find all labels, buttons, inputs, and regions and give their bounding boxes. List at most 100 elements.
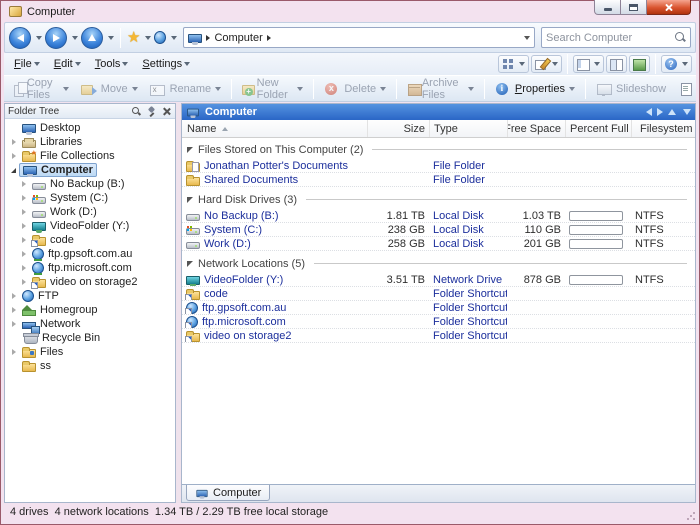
viewer-pane-button[interactable] (629, 55, 650, 73)
tree-item-code[interactable]: code (5, 233, 175, 247)
tree-item-hit[interactable]: Recycle Bin (19, 331, 103, 345)
tree-close-icon[interactable] (161, 106, 172, 117)
menu-item-settings[interactable]: Settings (136, 56, 196, 72)
column-header-filesystem[interactable]: Filesystem (631, 120, 695, 137)
back-button[interactable] (9, 26, 31, 49)
file-row-videofolder-y[interactable]: VideoFolder (Y:) 3.51 TB Network Drive 878 … (182, 273, 695, 287)
rename-button[interactable]: Rename (145, 80, 227, 98)
tree-item-libraries[interactable]: Libraries (5, 135, 175, 149)
tab-computer[interactable]: Computer (186, 485, 271, 501)
back-dropdown-icon[interactable] (36, 35, 42, 40)
expander-icon[interactable] (8, 168, 19, 173)
chevron-down-icon[interactable] (594, 62, 600, 66)
forward-button[interactable] (45, 26, 67, 49)
tree-item-ftp[interactable]: FTP (5, 289, 175, 303)
tree-item-hit[interactable]: Libraries (19, 135, 85, 149)
dual-display-button[interactable] (606, 55, 627, 73)
tree-item-hit[interactable]: No Backup (B:) (29, 177, 128, 191)
chevron-down-icon[interactable] (519, 62, 525, 66)
expander-icon[interactable] (18, 279, 29, 285)
expander-icon[interactable] (18, 209, 29, 215)
file-row-ftp-microsoft-com[interactable]: ftp.microsoft.com Folder Shortcut (182, 315, 695, 329)
new-folder-button[interactable]: New Folder (237, 75, 308, 103)
column-header-type[interactable]: Type (429, 120, 507, 137)
chevron-down-icon[interactable] (568, 86, 575, 91)
chevron-down-icon[interactable] (297, 86, 304, 91)
file-row-video-on-storage2[interactable]: video on storage2 Folder Shortcut (182, 329, 695, 343)
column-header-name[interactable]: Name (182, 120, 367, 137)
menu-item-tools[interactable]: Tools (89, 56, 135, 72)
chevron-down-icon[interactable] (131, 86, 138, 91)
move-button[interactable]: Move (76, 80, 143, 98)
tree-item-file-collections[interactable]: File Collections (5, 149, 175, 163)
tree-item-homegroup[interactable]: Homegroup (5, 303, 175, 317)
tree-item-videofolder-y[interactable]: VideoFolder (Y:) (5, 219, 175, 233)
tree-item-network[interactable]: Network (5, 317, 175, 334)
tree-search-icon[interactable] (131, 106, 142, 117)
panel-back-icon[interactable] (646, 108, 652, 116)
tree-item-hit[interactable]: System (C:) (29, 191, 111, 205)
forward-dropdown-icon[interactable] (72, 35, 78, 40)
copy-files-button[interactable]: Copy Files (8, 75, 74, 103)
tree-item-hit[interactable]: Files (19, 345, 66, 359)
tree-item-ftp-microsoft-com[interactable]: ftp.microsoft.com (5, 261, 175, 275)
slideshow-button[interactable]: Slideshow (591, 80, 671, 98)
favorites-button[interactable]: ★ (127, 30, 140, 45)
tree-item-hit[interactable]: Homegroup (19, 303, 100, 317)
menu-item-file[interactable]: File (8, 56, 46, 72)
search-input[interactable] (546, 31, 675, 44)
panel-menu-icon[interactable] (683, 109, 691, 115)
tree-item-hit[interactable]: ftp.microsoft.com (29, 261, 135, 275)
customize-toolbar-button[interactable] (673, 80, 699, 98)
tree-item-work-d[interactable]: Work (D:) (5, 205, 175, 219)
tree-item-system-c[interactable]: System (C:) (5, 191, 175, 205)
favorites-dropdown-icon[interactable] (145, 35, 152, 40)
file-row-ftp-gpsoft-com-au[interactable]: ftp.gpsoft.com.au Folder Shortcut (182, 301, 695, 315)
chevron-down-icon[interactable] (62, 86, 69, 91)
file-row-work-d[interactable]: Work (D:) 258 GB Local Disk 201 GB NTFS (182, 237, 695, 251)
expander-icon[interactable] (18, 223, 29, 229)
expander-icon[interactable] (8, 293, 19, 299)
group-header-hard-disk-drives-3[interactable]: Hard Disk Drives (3) (182, 192, 695, 207)
search-box[interactable] (541, 27, 691, 48)
folder-tree-toggle-button[interactable] (573, 55, 604, 73)
resize-grip[interactable] (686, 511, 695, 520)
file-row-shared-documents[interactable]: Shared Documents File Folder (182, 173, 695, 187)
view-mode-button[interactable] (498, 55, 529, 73)
tree-item-hit[interactable]: ftp.gpsoft.com.au (29, 247, 135, 261)
metadata-edit-button[interactable] (531, 55, 562, 73)
column-header-percent-full[interactable]: Percent Full (565, 120, 631, 137)
group-header-files-stored-on-this-computer-2[interactable]: Files Stored on This Computer (2) (182, 142, 695, 157)
expander-icon[interactable] (18, 265, 29, 271)
up-button[interactable] (81, 26, 103, 49)
expander-icon[interactable] (18, 237, 29, 243)
tree-pin-icon[interactable] (146, 106, 157, 117)
panel-up-icon[interactable] (668, 109, 676, 115)
expander-icon[interactable] (8, 307, 19, 313)
breadcrumb[interactable]: Computer (183, 27, 535, 48)
tree-item-hit[interactable]: Network (19, 317, 83, 334)
chevron-down-icon[interactable] (467, 86, 474, 91)
tree-item-hit[interactable]: Desktop (19, 121, 83, 135)
menu-item-edit[interactable]: Edit (48, 56, 87, 72)
places-button[interactable] (154, 31, 167, 44)
tree-item-ss[interactable]: ss (5, 359, 175, 373)
tree-item-hit[interactable]: File Collections (19, 149, 118, 163)
group-header-network-locations-5[interactable]: Network Locations (5) (182, 256, 695, 271)
tree-item-video-on-storage2[interactable]: video on storage2 (5, 275, 175, 289)
tree-item-hit[interactable]: Computer (19, 163, 97, 177)
expander-icon[interactable] (8, 349, 19, 355)
breadcrumb-item-computer[interactable]: Computer (214, 32, 262, 44)
tree-item-hit[interactable]: ss (19, 359, 54, 373)
tree-item-hit[interactable]: FTP (19, 289, 62, 303)
close-button[interactable] (647, 0, 691, 15)
properties-button[interactable]: Properties (490, 80, 580, 98)
tree-item-files[interactable]: Files (5, 345, 175, 359)
expander-icon[interactable] (18, 181, 29, 187)
tree-item-hit[interactable]: code (29, 233, 77, 247)
titlebar[interactable]: Computer (4, 0, 696, 22)
file-row-no-backup-b[interactable]: No Backup (B:) 1.81 TB Local Disk 1.03 TB NT… (182, 209, 695, 223)
tree-item-computer[interactable]: Computer (5, 163, 175, 177)
chevron-down-icon[interactable] (552, 62, 558, 66)
tree-item-recycle-bin[interactable]: Recycle Bin (5, 331, 175, 345)
